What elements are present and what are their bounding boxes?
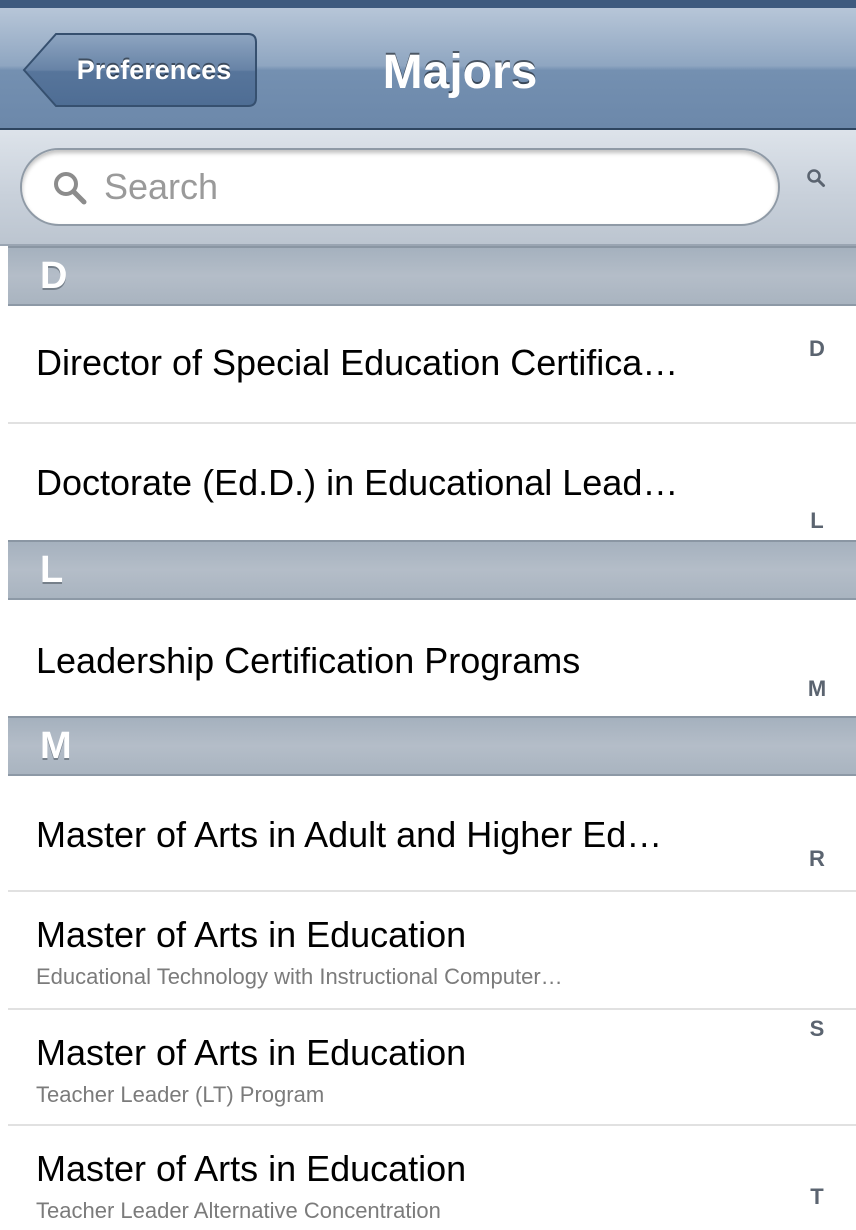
index-letter-d[interactable]: D xyxy=(800,336,834,362)
list-item[interactable]: Director of Special Education Certifica… xyxy=(8,306,856,424)
search-placeholder: Search xyxy=(104,166,219,207)
section-header-d: D xyxy=(8,246,856,306)
section-header-label: L xyxy=(40,549,64,591)
index-search-icon[interactable] xyxy=(806,168,826,188)
section-header-label: D xyxy=(40,255,68,297)
list-item-title: Master of Arts in Education xyxy=(36,1148,467,1189)
section-header-m: M xyxy=(8,716,856,776)
section-header-label: M xyxy=(40,725,72,767)
list-item-title: Leadership Certification Programs xyxy=(36,640,581,681)
index-letter-r[interactable]: R xyxy=(800,846,834,872)
back-button-preferences[interactable]: Preferences xyxy=(22,32,258,108)
navigation-bar: Preferences Majors xyxy=(0,0,856,130)
search-input[interactable]: Search xyxy=(20,148,780,226)
list-item-title: Master of Arts in Education xyxy=(36,1032,467,1073)
list-item[interactable]: Doctorate (Ed.D.) in Educational Lead… xyxy=(8,424,856,540)
list-item-title: Doctorate (Ed.D.) in Educational Lead… xyxy=(36,462,679,503)
search-bar: Search xyxy=(0,130,856,246)
index-letter-m[interactable]: M xyxy=(800,676,834,702)
list-item[interactable]: Master of Arts in Education Teacher Lead… xyxy=(8,1010,856,1126)
list-item-title: Master of Arts in Adult and Higher Ed… xyxy=(36,814,663,855)
list-item-subtitle: Teacher Leader (LT) Program xyxy=(36,1082,325,1107)
page-title: Majors xyxy=(382,46,538,99)
back-button-label: Preferences xyxy=(76,55,232,85)
list-item[interactable]: Master of Arts in Adult and Higher Ed… xyxy=(8,776,856,892)
list-item-title: Director of Special Education Certifica… xyxy=(36,342,679,383)
index-letter-s[interactable]: S xyxy=(800,1016,834,1042)
list-item[interactable]: Master of Arts in Education Teacher Lead… xyxy=(8,1126,856,1230)
list-item-title: Master of Arts in Education xyxy=(36,914,467,955)
index-letter-t[interactable]: T xyxy=(800,1184,834,1210)
search-icon xyxy=(54,172,87,205)
index-letter-l[interactable]: L xyxy=(800,508,834,534)
list-item[interactable]: Master of Arts in Education Educational … xyxy=(8,892,856,1010)
list-item-subtitle: Teacher Leader Alternative Concentration xyxy=(36,1198,441,1223)
majors-screen: Preferences Majors Search D Director of … xyxy=(0,0,856,1230)
list-item-subtitle: Educational Technology with Instructiona… xyxy=(36,964,563,989)
section-header-l: L xyxy=(8,540,856,600)
list-item[interactable]: Leadership Certification Programs xyxy=(8,600,856,716)
